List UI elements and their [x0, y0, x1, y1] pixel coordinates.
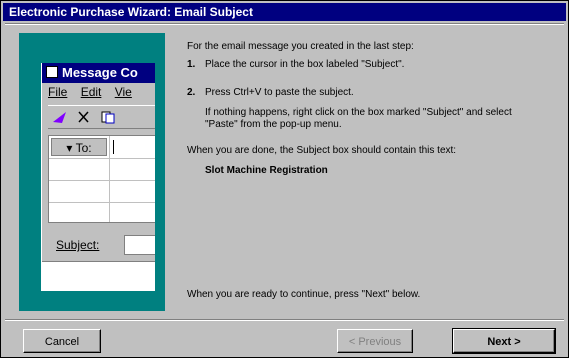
message-body — [42, 261, 155, 291]
window-title: Electronic Purchase Wizard: Email Subjec… — [3, 3, 566, 21]
illustration-recipient-grid: ▾ To: — [48, 135, 155, 223]
menu-edit: Edit — [80, 85, 102, 99]
next-button[interactable]: Next > — [452, 328, 556, 354]
step2-text: Press Ctrl+V to paste the subject. — [205, 87, 354, 98]
menu-view: Vie — [114, 85, 132, 99]
divider — [5, 23, 564, 25]
subject-label: Subject: — [56, 238, 100, 252]
chevron-down-icon: ▾ — [66, 141, 76, 155]
step2-number: 2. — [187, 87, 196, 98]
message-window-illustration: Message Co File Edit Vie ▾ To: Subject: — [41, 63, 155, 291]
cancel-button[interactable]: Cancel — [23, 329, 101, 353]
to-label: To: — [75, 141, 92, 155]
step2-note-line1: If nothing happens, right click on the b… — [205, 107, 512, 118]
text-cursor — [113, 140, 114, 154]
intro-text: For the email message you created in the… — [187, 41, 414, 52]
step2-note-line2: "Paste" from the pop-up menu. — [205, 119, 342, 130]
message-icon — [46, 66, 58, 78]
wizard-window: Electronic Purchase Wizard: Email Subjec… — [0, 0, 569, 358]
illustration-title: Message Co — [62, 65, 138, 80]
illustration-menu: File Edit Vie — [48, 85, 142, 99]
menu-file: File — [48, 85, 68, 99]
to-field-button: ▾ To: — [51, 138, 107, 156]
step1-number: 1. — [187, 59, 196, 70]
copy-icon — [101, 111, 115, 124]
grid-line — [49, 180, 155, 181]
when-done-text: When you are done, the Subject box shoul… — [187, 145, 457, 156]
illustration-title-bar: Message Co — [42, 63, 155, 83]
previous-button[interactable]: < Previous — [337, 329, 413, 353]
grid-line — [49, 202, 155, 203]
illustration-toolbar — [48, 105, 155, 129]
grid-line — [109, 136, 110, 222]
send-icon — [53, 112, 66, 123]
subject-text: Slot Machine Registration — [205, 165, 328, 176]
step1-text: Place the cursor in the box labeled "Sub… — [205, 59, 405, 70]
divider — [5, 319, 564, 321]
subject-box — [124, 235, 155, 255]
grid-line — [49, 158, 155, 159]
continue-text: When you are ready to continue, press "N… — [187, 289, 421, 300]
cut-icon — [78, 111, 89, 123]
